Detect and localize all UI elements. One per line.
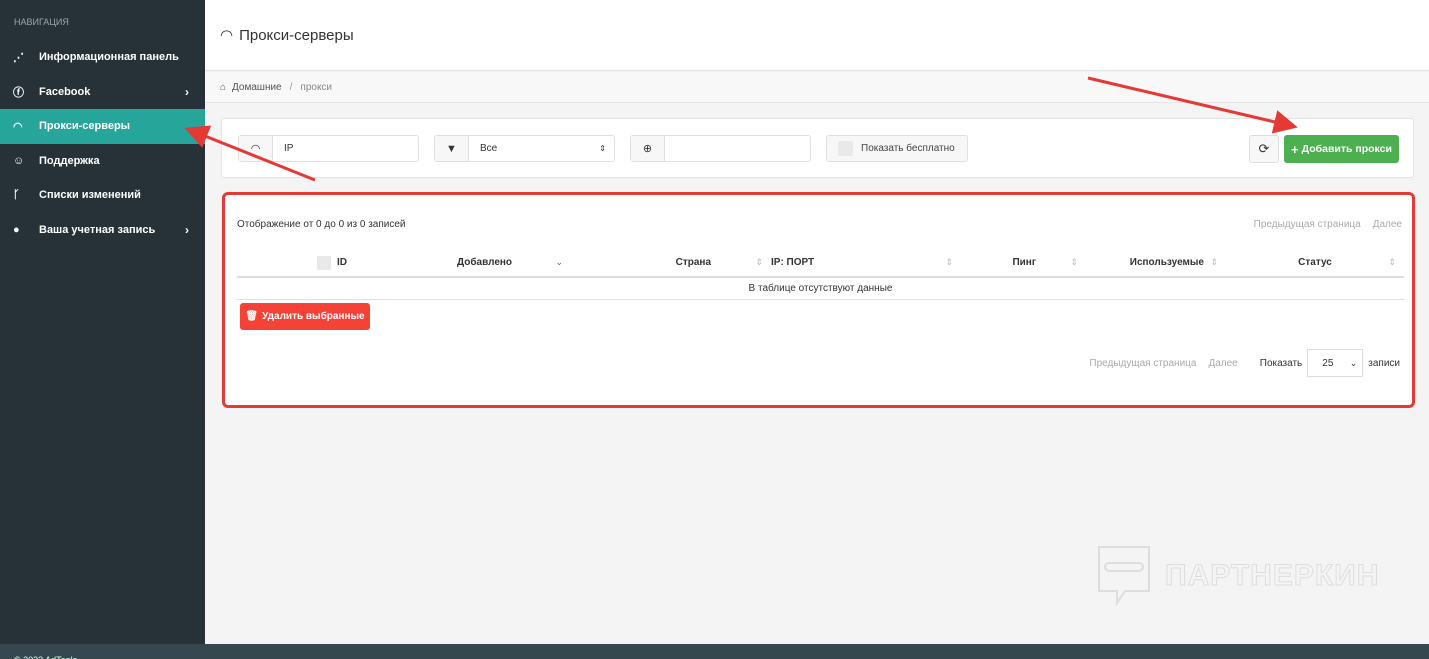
page-size-value: 25 <box>1322 357 1334 369</box>
home-icon: ⌂ <box>220 81 227 93</box>
sort-icon: ⇕ <box>755 257 763 267</box>
breadcrumb-separator: / <box>289 81 293 93</box>
col-label: Пинг <box>1012 257 1036 268</box>
globe-icon: ⊕ <box>631 136 665 161</box>
next-page-button[interactable]: Далее <box>1208 358 1237 369</box>
col-label: Используемые <box>1129 257 1204 268</box>
pagination-bottom: Предыдущая страница Далее <box>1077 358 1237 369</box>
add-proxy-label: Добавить прокси <box>1301 143 1392 155</box>
filters-card: ◠ IP ▼ Все ⇕ ⊕ Показать бесплатно ⟳ + Добави… <box>221 118 1414 178</box>
refresh-icon: ⟳ <box>1258 141 1270 156</box>
sidebar-item-label: Facebook <box>39 85 91 98</box>
page-header: ◠ Прокси-серверы <box>205 0 1429 71</box>
type-select-value: Все <box>480 143 498 154</box>
next-page-button[interactable]: Далее <box>1373 219 1402 230</box>
pagination-top: Предыдущая страница Далее <box>1242 219 1402 230</box>
chevron-down-icon: ⌄ <box>1349 357 1358 368</box>
col-ping[interactable]: Пинг ⇕ <box>961 249 1086 278</box>
type-select[interactable]: Все ⇕ <box>469 136 614 161</box>
col-used[interactable]: Используемые ⇕ <box>1086 249 1226 278</box>
wifi-icon: ◠ <box>239 136 273 161</box>
proxy-table-card: Отображение от 0 до 0 из 0 записей Преды… <box>222 192 1415 408</box>
chevron-right-icon: › <box>185 84 189 99</box>
empty-message: В таблице отсутствуют данные <box>237 277 1404 300</box>
col-label: IP: ПОРТ <box>771 257 815 268</box>
breadcrumb-current: прокси <box>300 81 333 93</box>
proxy-table: ID Добавлено ⌄ Страна ⇕ IP: ПОРТ ⇕ Пинг ⇕ Ис… <box>237 249 1404 300</box>
sort-icon: ⇕ <box>945 257 953 267</box>
delete-label: Удалить выбранные <box>262 311 365 322</box>
footer: © 2022 AdTools <box>0 644 1429 659</box>
breadcrumb-home[interactable]: Домашние <box>232 82 282 93</box>
support-icon: ☺ <box>13 154 25 167</box>
sidebar-item-support[interactable]: ☺ Поддержка <box>0 144 205 179</box>
wifi-icon: ◠ <box>13 120 23 133</box>
sidebar-item-label: Ваша учетная запись <box>39 223 156 236</box>
records-label: записи <box>1368 357 1400 369</box>
sidebar-item-account[interactable]: ● Ваша учетная запись › <box>0 213 205 248</box>
ip-input[interactable]: IP <box>273 136 418 161</box>
type-filter[interactable]: ▼ Все ⇕ <box>434 135 615 162</box>
col-status[interactable]: Статус ⇕ <box>1226 249 1404 278</box>
show-label: Показать <box>1259 357 1303 369</box>
nav-title: НАВИГАЦИЯ <box>14 17 69 27</box>
prev-page-button[interactable]: Предыдущая страница <box>1089 358 1196 369</box>
branch-icon: ᚴ <box>13 189 20 202</box>
sidebar-item-label: Поддержка <box>39 154 100 167</box>
col-country[interactable]: Страна ⇕ <box>571 249 771 278</box>
sort-icon: ⇕ <box>1210 257 1218 267</box>
sort-icon: ⇕ <box>1388 257 1396 267</box>
select-all-checkbox[interactable] <box>237 249 337 278</box>
sidebar: НАВИГАЦИЯ ⋰ Информационная панель ⓕ Facebo… <box>0 0 205 644</box>
sort-arrows-icon: ⇕ <box>599 144 606 153</box>
watermark-logo-icon <box>1098 546 1150 607</box>
plus-icon: + <box>1291 141 1299 157</box>
table-header-row: ID Добавлено ⌄ Страна ⇕ IP: ПОРТ ⇕ Пинг ⇕ Ис… <box>237 249 1404 278</box>
table-row: В таблице отсутствуют данные <box>237 277 1404 300</box>
network-icon: ⋰ <box>13 51 24 64</box>
show-free-label: Показать бесплатно <box>861 143 955 154</box>
sidebar-item-changelog[interactable]: ᚴ Списки изменений <box>0 178 205 213</box>
col-label: Страна <box>675 257 711 268</box>
show-free-toggle[interactable]: Показать бесплатно <box>826 135 968 162</box>
col-label: Добавлено <box>457 257 513 268</box>
ip-filter[interactable]: ◠ IP <box>238 135 419 162</box>
show-free-checkbox[interactable] <box>838 141 853 156</box>
col-added[interactable]: Добавлено ⌄ <box>457 249 571 278</box>
country-filter[interactable]: ⊕ <box>630 135 811 162</box>
col-id[interactable]: ID <box>337 249 457 278</box>
refresh-button[interactable]: ⟳ <box>1249 135 1279 163</box>
sidebar-item-facebook[interactable]: ⓕ Facebook › <box>0 75 205 110</box>
watermark: ПАРТНЕРКИН <box>1095 545 1379 607</box>
prev-page-button[interactable]: Предыдущая страница <box>1254 219 1361 230</box>
sidebar-item-dashboard[interactable]: ⋰ Информационная панель <box>0 40 205 75</box>
user-icon: ● <box>13 223 20 236</box>
watermark-text: ПАРТНЕРКИН <box>1164 559 1380 593</box>
sidebar-item-label: Информационная панель <box>39 51 179 64</box>
sidebar-item-label: Списки изменений <box>39 189 141 202</box>
sort-icon: ⇕ <box>1070 257 1078 267</box>
filter-icon: ▼ <box>435 136 469 161</box>
delete-selected-button[interactable]: 🗑 Удалить выбранные <box>240 303 370 330</box>
country-input[interactable] <box>665 136 810 161</box>
page-title: Прокси-серверы <box>239 26 354 44</box>
page-size-select[interactable]: 25 ⌄ <box>1307 349 1364 377</box>
trash-icon: 🗑 <box>245 311 259 322</box>
chevron-right-icon: › <box>185 222 189 237</box>
col-label: Статус <box>1298 257 1332 268</box>
col-ip-port[interactable]: IP: ПОРТ ⇕ <box>771 249 961 278</box>
table-info: Отображение от 0 до 0 из 0 записей <box>237 219 406 230</box>
facebook-icon: ⓕ <box>13 86 24 99</box>
sidebar-item-label: Прокси-серверы <box>39 120 131 133</box>
page-length: Предыдущая страница Далее Показать 25 ⌄ за… <box>1077 349 1400 377</box>
breadcrumb: ⌂ Домашние / прокси <box>205 72 1429 103</box>
add-proxy-button[interactable]: + Добавить прокси <box>1284 135 1399 163</box>
sidebar-item-proxies[interactable]: ◠ Прокси-серверы <box>0 109 205 144</box>
sort-desc-icon: ⌄ <box>555 257 563 267</box>
wifi-icon: ◠ <box>220 27 234 44</box>
